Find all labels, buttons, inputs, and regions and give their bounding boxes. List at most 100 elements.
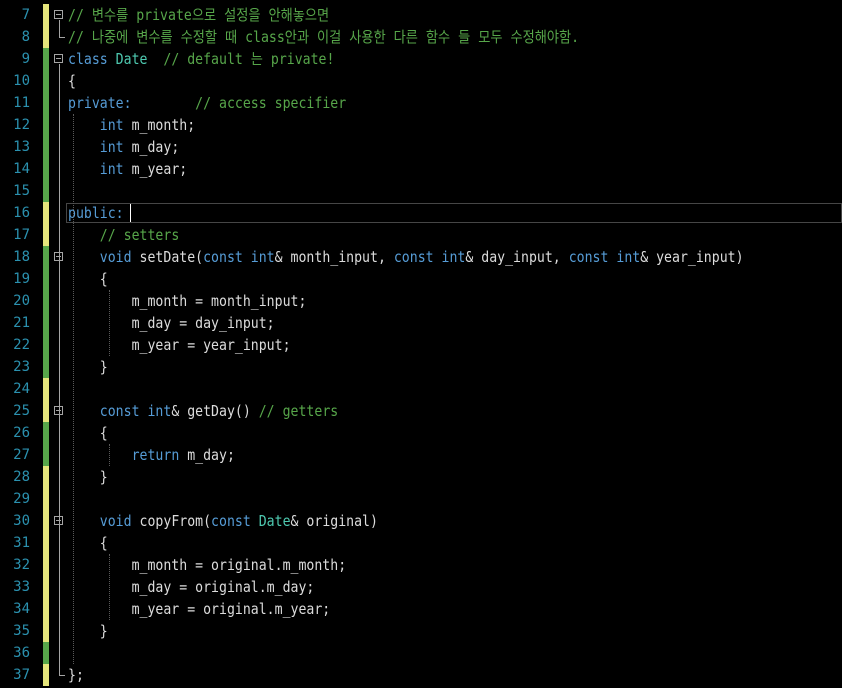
line-number: 32 — [13, 557, 30, 573]
code-text: class Date // default 는 private! — [68, 48, 334, 70]
code-line[interactable]: 22 m_year = year_input; — [0, 334, 842, 356]
current-line-highlight — [66, 203, 842, 223]
code-line[interactable]: 33 m_day = original.m_day; — [0, 576, 842, 598]
change-marker — [43, 576, 49, 598]
change-marker — [43, 92, 49, 114]
code-line[interactable]: 21 m_day = day_input; — [0, 312, 842, 334]
code-token: & year_input) — [640, 248, 744, 266]
code-text: void setDate(const int& month_input, con… — [68, 246, 744, 268]
code-line[interactable]: 27 return m_day; — [0, 444, 842, 466]
code-line[interactable]: 14 int m_year; — [0, 158, 842, 180]
code-line[interactable]: 37}; — [0, 664, 842, 686]
code-line[interactable]: 34 m_year = original.m_year; — [0, 598, 842, 620]
change-marker — [43, 356, 49, 378]
line-number: 8 — [21, 29, 30, 45]
code-line[interactable]: 7 // 변수를 private으로 설정을 안해놓으면 — [0, 4, 842, 26]
code-line[interactable]: 31 { — [0, 532, 842, 554]
code-line[interactable]: 28 } — [0, 466, 842, 488]
line-number: 13 — [13, 139, 30, 155]
change-marker — [43, 510, 49, 532]
code-token: Date — [115, 50, 148, 68]
code-token: const — [211, 512, 251, 530]
text-cursor — [130, 204, 131, 222]
code-token: m_month = month_input; — [68, 292, 307, 310]
code-token: int — [99, 138, 124, 156]
indent-guide — [109, 444, 110, 466]
code-text: // setters — [68, 224, 179, 246]
code-line[interactable]: 11 private: // access specifier — [0, 92, 842, 114]
change-marker — [43, 488, 49, 510]
change-marker — [43, 554, 49, 576]
line-number: 9 — [21, 51, 30, 67]
code-line[interactable]: 23 } — [0, 356, 842, 378]
code-token: // 나중에 변수를 수정할 때 class안과 이걸 사용한 다른 함수 들 … — [68, 28, 580, 46]
fold-outline — [59, 64, 60, 675]
code-token: class — [68, 50, 108, 68]
collapse-icon[interactable] — [54, 10, 63, 19]
code-token: & getDay() — [171, 402, 259, 420]
change-marker — [43, 158, 49, 180]
line-number: 29 — [13, 491, 30, 507]
code-text: m_day = original.m_day; — [68, 576, 315, 598]
line-number: 37 — [13, 667, 30, 683]
line-number: 28 — [13, 469, 30, 485]
line-number: 31 — [13, 535, 30, 551]
change-marker — [43, 334, 49, 356]
code-line[interactable]: 20 m_month = month_input; — [0, 290, 842, 312]
change-marker — [43, 70, 49, 92]
change-marker — [43, 26, 49, 48]
line-number: 19 — [13, 271, 30, 287]
code-line[interactable]: 8 // 나중에 변수를 수정할 때 class안과 이걸 사용한 다른 함수 들… — [0, 26, 842, 48]
code-line[interactable]: 29 — [0, 488, 842, 510]
code-token: copyFrom( — [131, 512, 212, 530]
code-line[interactable]: 25 const int& getDay() // getters — [0, 400, 842, 422]
change-marker — [43, 312, 49, 334]
code-token: int — [99, 160, 124, 178]
code-line[interactable]: 30 void copyFrom(const Date& original) — [0, 510, 842, 532]
change-marker — [43, 466, 49, 488]
code-line[interactable]: 10 { — [0, 70, 842, 92]
code-token: m_year; — [123, 160, 188, 178]
line-number: 26 — [13, 425, 30, 441]
collapse-icon[interactable] — [54, 54, 63, 63]
code-line[interactable]: 19 { — [0, 268, 842, 290]
line-number: 11 — [13, 95, 30, 111]
code-token: int — [147, 402, 172, 420]
line-number: 23 — [13, 359, 30, 375]
line-number: 14 — [13, 161, 30, 177]
change-marker — [43, 642, 49, 664]
line-number: 30 — [13, 513, 30, 529]
code-line[interactable]: 15 — [0, 180, 842, 202]
code-line[interactable]: 12 int m_month; — [0, 114, 842, 136]
code-line[interactable]: 36 — [0, 642, 842, 664]
code-line[interactable]: 17 // setters — [0, 224, 842, 246]
code-line[interactable]: 35 } — [0, 620, 842, 642]
code-line[interactable]: 16 public: — [0, 202, 842, 224]
line-number: 21 — [13, 315, 30, 331]
line-number: 20 — [13, 293, 30, 309]
code-token: const — [393, 248, 434, 266]
line-number: 36 — [13, 645, 30, 661]
code-text: m_month = month_input; — [68, 290, 307, 312]
code-text: // 변수를 private으로 설정을 안해놓으면 — [68, 4, 329, 26]
line-number: 17 — [13, 227, 30, 243]
code-text: return m_day; — [68, 444, 235, 466]
change-marker — [43, 290, 49, 312]
code-token: & original) — [290, 512, 378, 530]
code-token: & day_input, — [465, 248, 569, 266]
code-token: int — [616, 248, 641, 266]
code-line[interactable]: 26 { — [0, 422, 842, 444]
line-number: 25 — [13, 403, 30, 419]
code-line[interactable]: 24 — [0, 378, 842, 400]
code-line[interactable]: 32 m_month = original.m_month; — [0, 554, 842, 576]
code-token: // access specifier — [195, 94, 347, 112]
change-marker — [43, 48, 49, 70]
code-line[interactable]: 13 int m_day; — [0, 136, 842, 158]
code-line[interactable]: 18 void setDate(const int& month_input, … — [0, 246, 842, 268]
code-line[interactable]: 9 class Date // default 는 private! — [0, 48, 842, 70]
code-editor[interactable]: 7 // 변수를 private으로 설정을 안해놓으면 8 // 나중에 변수를 수… — [0, 0, 842, 688]
line-number: 27 — [13, 447, 30, 463]
